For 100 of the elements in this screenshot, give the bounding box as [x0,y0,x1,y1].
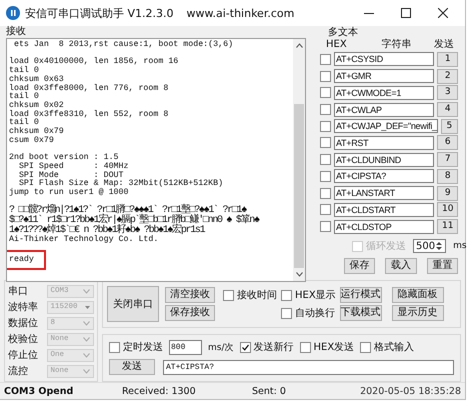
status-text: Sent: 0 [252,386,287,397]
command-field[interactable]: AT+GMR [334,69,434,84]
setting-label: 停止位 [8,348,39,362]
close-icon[interactable] [438,8,448,18]
column-header: HEX [326,39,348,51]
output-line: jump to run user1 @ 1000 [9,188,128,198]
hex-checkbox[interactable] [320,120,331,132]
setting-label: 数据位 [8,317,39,330]
hex-checkbox[interactable] [320,204,331,216]
send-row-button[interactable]: 1 [437,52,458,67]
output-line: tail 0 [9,119,39,128]
window-title: 安信可串口调试助手 V1.2.3.0 [25,6,174,20]
app-logo-icon [6,6,20,20]
command-field[interactable]: AT+LANSTART [334,186,434,200]
output-line: tail 0 [9,93,39,102]
command-field[interactable]: AT+CLDSTART [334,202,434,217]
chevron-down-icon[interactable] [83,320,90,326]
chevron-down-icon[interactable] [83,368,90,374]
send-option-checkbox[interactable] [300,342,310,352]
output-line: ready [9,256,34,264]
interval-field[interactable]: 800 [169,340,202,354]
option-checkbox[interactable] [281,290,292,300]
output-line: SPI Mode : DOUT [18,172,124,180]
scrollbar[interactable] [293,39,305,282]
timed-send-checkbox[interactable] [109,342,120,352]
column-header: 发送 [432,39,455,51]
chevron-down-icon[interactable] [83,336,90,342]
hex-checkbox[interactable] [320,70,331,82]
output-line: load 0x40100000, len 1856, room 16 [9,58,178,66]
command-field[interactable]: AT+RST [334,136,434,150]
command-field[interactable]: AT+CSYSID [334,52,434,66]
command-field[interactable]: AT+CWJAP_DEF="newifi_ [334,119,438,134]
panel-button[interactable]: 保存 [344,258,376,274]
hex-checkbox[interactable] [320,137,331,148]
setting-label: 校验位 [8,332,39,346]
maximize-icon[interactable] [401,8,411,18]
mode-button[interactable]: 下载模式 [340,305,382,321]
output-line: load 0x3ffe8000, len 776, room 8 [9,84,168,92]
panel-button[interactable]: 载入 [385,258,417,274]
send-row-button[interactable]: 11 [437,219,458,234]
hex-checkbox[interactable] [320,154,331,166]
send-option-label: 发送新行 [254,340,294,354]
hex-checkbox[interactable] [320,104,331,116]
command-field[interactable]: AT+CWLAP [334,102,434,117]
send-row-button[interactable]: 6 [437,135,458,150]
send-row-button[interactable]: 4 [437,102,458,118]
send-row-button[interactable]: 2 [437,68,458,84]
scroll-up-icon[interactable] [296,43,302,48]
option-checkbox[interactable] [223,290,234,300]
save-receive-button[interactable]: 保存接收 [165,305,215,321]
clear-receive-button[interactable]: 清空接收 [165,287,215,303]
command-field[interactable]: AT+CLDSTOP [334,220,434,234]
loop-label: 循环发送 [366,240,406,254]
send-button[interactable]: 发送 [109,359,155,375]
hex-checkbox[interactable] [320,188,331,199]
output-line: chksum 0x79 [9,128,64,136]
output-line: 1♠?1???♠焯1$`□€ n ?bb♠1耔♠b♠ ?bb♠1♠宏pr1s1 [9,226,204,236]
option-label: 接收时间 [237,288,277,302]
status-text: COM3 Opend [4,386,74,397]
command-field[interactable]: AT+CLDUNBIND [334,152,434,167]
send-row-button[interactable]: 9 [437,186,458,201]
spin-arrows-icon[interactable] [435,240,444,252]
output-line: tail 0 [9,67,39,76]
column-header: 字符串 [380,39,413,51]
output-line: chksum 0x63 [9,76,64,84]
panel-toggle-button[interactable]: 显示历史 [392,305,444,321]
send-option-checkbox[interactable] [360,342,372,352]
setting-label: 流控 [8,364,29,378]
setting-label: 串口 [8,284,29,298]
send-row-button[interactable]: 7 [437,152,458,168]
option-label: HEX显示 [295,289,336,302]
send-row-button[interactable]: 8 [437,168,458,184]
chevron-down-icon[interactable] [83,352,90,358]
output-line: SPI Speed : 40MHz [18,162,128,171]
output-line: csum 0x79 [9,136,54,146]
mode-button[interactable]: 运行模式 [340,287,382,303]
send-row-button[interactable]: 10 [437,202,458,218]
panel-button[interactable]: 重置 [426,258,458,274]
send-option-checkbox[interactable] [240,342,250,352]
hex-checkbox[interactable] [320,170,331,182]
chevron-down-icon[interactable] [83,288,90,294]
hex-checkbox[interactable] [320,221,331,232]
hex-checkbox[interactable] [320,54,331,65]
send-input-field[interactable]: AT+CIPSTA? [163,360,454,374]
caret-down-icon[interactable] [85,306,90,308]
website-url: www.ai-thinker.com [186,6,294,20]
panel-toggle-button[interactable]: 隐藏面板 [392,287,444,303]
output-line: ets Jan 8 2013,rst cause:1, boot mode:(3,6) [12,41,234,50]
hex-checkbox[interactable] [320,87,331,98]
receive-textarea[interactable] [6,38,306,282]
output-line: SPI Flash Size & Map: 32Mbit(512KB+512KB) [18,180,224,188]
send-row-button[interactable]: 5 [440,118,458,134]
command-field[interactable]: AT+CIPSTA? [334,169,434,184]
close-port-button[interactable]: 关闭串口 [107,286,159,322]
status-text: Received: 1300 [122,386,197,397]
send-row-button[interactable]: 3 [437,85,458,100]
option-checkbox[interactable] [281,308,292,318]
command-field[interactable]: AT+CWMODE=1 [334,86,434,100]
scroll-down-icon[interactable] [296,272,302,278]
output-line: chksum 0x02 [9,102,64,110]
